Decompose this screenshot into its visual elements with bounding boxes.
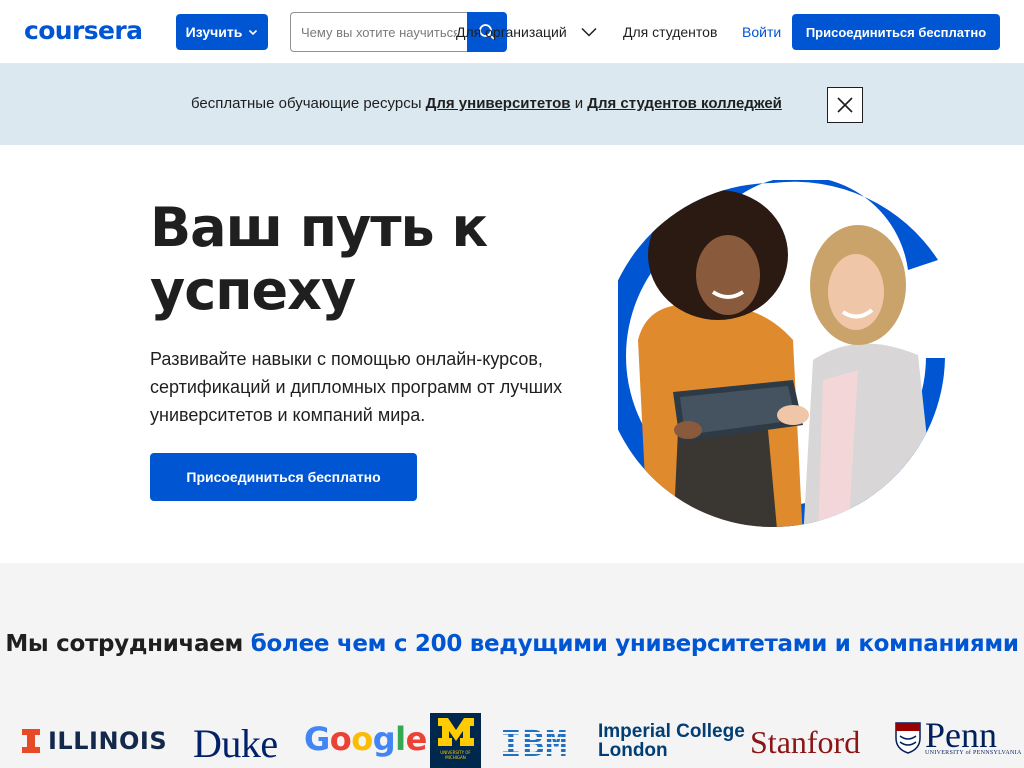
search-input[interactable] <box>291 13 467 51</box>
penn-logo[interactable]: Penn UNIVERSITY of PENNSYLVANIA <box>895 715 1022 756</box>
illinois-wordmark: ILLINOIS <box>48 727 168 755</box>
duke-logo[interactable]: Duke <box>193 720 278 767</box>
hero-title: Ваш путь к успеху <box>150 196 488 322</box>
login-link[interactable]: Войти <box>742 24 781 40</box>
close-icon <box>837 97 853 113</box>
google-logo[interactable]: Google <box>304 720 427 758</box>
penn-shield-icon <box>895 722 921 754</box>
banner-close-button[interactable] <box>827 87 863 123</box>
coursera-logo[interactable]: coursera <box>24 16 143 45</box>
for-organizations-dropdown[interactable]: Для организаций <box>456 24 597 40</box>
for-organizations-label: Для организаций <box>456 24 567 40</box>
hero-image <box>618 180 945 527</box>
banner-link-universities[interactable]: Для университетов <box>426 95 571 112</box>
chevron-down-icon <box>581 27 597 37</box>
ibm-logo[interactable]: IBM <box>500 724 568 765</box>
top-nav: coursera Изучить Для организаций Для сту… <box>0 0 1024 64</box>
chevron-down-icon <box>249 29 258 36</box>
partners-title-highlight: более чем с 200 ведущими университетами … <box>250 631 1019 657</box>
search-field <box>290 12 467 52</box>
penn-wordmark: Penn <box>925 715 997 755</box>
imperial-line2: London <box>598 740 668 761</box>
explore-button[interactable]: Изучить <box>176 14 268 50</box>
partners-title: Мы сотрудничаем более чем с 200 ведущими… <box>0 631 1024 657</box>
banner-prefix: бесплатные обучающие ресурсы <box>191 95 422 112</box>
penn-text: Penn UNIVERSITY of PENNSYLVANIA <box>925 715 1022 756</box>
info-banner: бесплатные обучающие ресурсы Для универс… <box>0 64 1024 145</box>
stanford-wordmark: Stanford <box>750 724 861 760</box>
imperial-line1: Imperial College <box>598 721 745 742</box>
join-free-header-button[interactable]: Присоединиться бесплатно <box>792 14 1000 50</box>
illinois-logo[interactable]: ILLINOIS <box>22 727 167 755</box>
banner-conjunction: и <box>574 95 584 112</box>
partners-title-plain: Мы сотрудничаем <box>5 631 244 657</box>
banner-text: бесплатные обучающие ресурсы Для универс… <box>191 95 782 112</box>
michigan-subtitle: UNIVERSITY OF MICHIGAN <box>440 750 471 760</box>
penn-subtitle: UNIVERSITY of PENNSYLVANIA <box>925 750 1022 756</box>
ibm-wordmark: IBM <box>500 724 569 765</box>
stanford-logo[interactable]: Stanford <box>750 724 860 761</box>
duke-wordmark: Duke <box>193 721 278 766</box>
explore-label: Изучить <box>185 24 243 40</box>
michigan-block-m-icon <box>437 718 474 746</box>
join-free-hero-button[interactable]: Присоединиться бесплатно <box>150 453 417 501</box>
banner-link-colleges[interactable]: Для студентов колледжей <box>587 95 782 112</box>
illinois-block-i-icon <box>22 729 40 753</box>
hero-subtitle: Развивайте навыки с помощью онлайн-курсо… <box>150 349 563 425</box>
for-students-link[interactable]: Для студентов <box>623 24 717 40</box>
imperial-college-logo[interactable]: Imperial College London <box>598 722 745 760</box>
michigan-logo[interactable]: UNIVERSITY OF MICHIGAN <box>430 713 481 768</box>
